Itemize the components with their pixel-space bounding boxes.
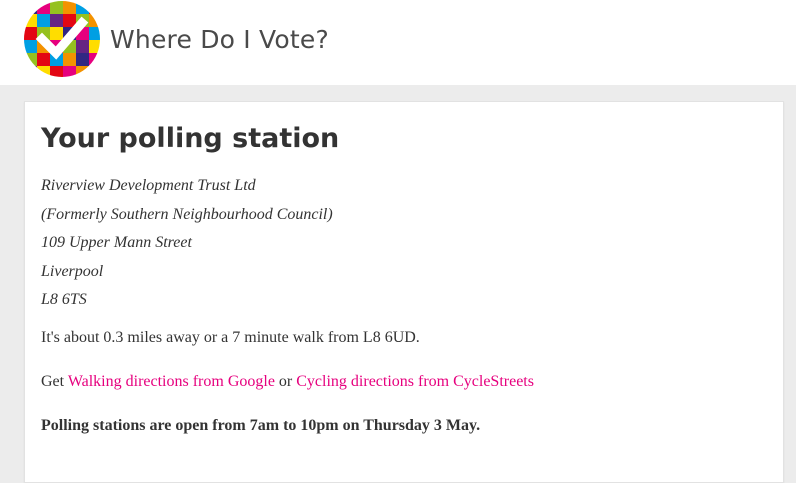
address-line-postcode: L8 6TS (41, 291, 87, 308)
polling-station-card: Your polling station Riverview Developme… (24, 101, 784, 483)
home-logo-link[interactable]: Where Do I Vote? (24, 1, 329, 77)
address-line-city: Liverpool (41, 262, 104, 280)
opening-hours-text: Polling stations are open from 7am to 10… (41, 416, 481, 434)
page-title: Your polling station (41, 123, 340, 154)
directions-prefix: Get (41, 372, 68, 390)
polling-station-address: Riverview Development Trust Ltd (Formerl… (41, 172, 767, 315)
distance-text: It's about 0.3 miles away or a 7 minute … (41, 328, 420, 346)
address-line-street: 109 Upper Mann Street (41, 234, 192, 251)
walking-directions-link[interactable]: Walking directions from Google (68, 373, 275, 390)
site-title: Where Do I Vote? (110, 24, 329, 54)
address-line-former-name: (Formerly Southern Neighbourhood Council… (41, 205, 333, 223)
cycling-directions-link[interactable]: Cycling directions from CycleStreets (296, 373, 534, 390)
site-header: Where Do I Vote? (0, 0, 796, 85)
directions-connector: or (274, 372, 297, 390)
ballot-check-logo-icon (24, 1, 100, 77)
address-line-organisation: Riverview Development Trust Ltd (41, 177, 256, 194)
directions-text: Get Walking directions from Google or Cy… (41, 371, 767, 393)
